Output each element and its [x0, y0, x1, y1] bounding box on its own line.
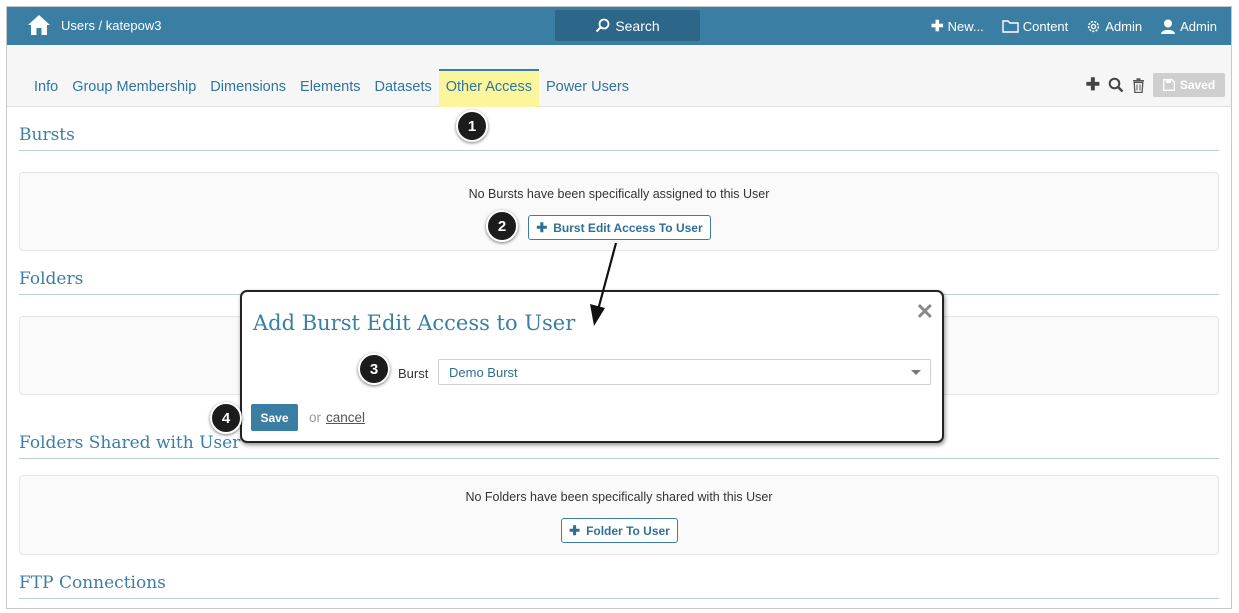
new-menu[interactable]: ✚ New...	[931, 17, 984, 35]
tab-datasets[interactable]: Datasets	[368, 69, 439, 107]
floppy-disk-icon	[1162, 79, 1175, 91]
search-label: Search	[615, 17, 660, 34]
ftp-heading: FTP Connections	[19, 573, 166, 593]
step-badge-4: 4	[210, 402, 242, 434]
step-badge-2: 2	[486, 210, 518, 242]
tab-bar: Info Group Membership Dimensions Element…	[7, 45, 1231, 107]
add-folder-to-user-button[interactable]: ✚ Folder To User	[561, 518, 678, 543]
add-icon[interactable]: ✚	[1086, 75, 1100, 95]
bursts-panel: No Bursts have been specifically assigne…	[19, 172, 1219, 251]
gear-icon	[1088, 20, 1100, 32]
folders-shared-empty-text: No Folders have been specifically shared…	[465, 490, 773, 504]
burst-select[interactable]: Demo Burst	[438, 359, 931, 385]
search-button[interactable]: Search	[555, 10, 700, 41]
tab-dimensions[interactable]: Dimensions	[203, 69, 293, 107]
tab-elements[interactable]: Elements	[293, 69, 367, 107]
add-burst-edit-access-dialog: Add Burst Edit Access to User ✕ Burst De…	[240, 290, 944, 443]
content-menu[interactable]: Content	[1002, 18, 1069, 34]
new-label: New...	[947, 18, 984, 34]
folders-shared-divider	[19, 458, 1219, 459]
saved-button[interactable]: Saved	[1153, 73, 1225, 97]
app-window: Users / katepow3 Search ✚ New... Content	[6, 6, 1232, 609]
breadcrumb[interactable]: Users / katepow3	[61, 18, 161, 33]
plus-icon: ✚	[536, 219, 548, 235]
toolbar: ✚ Saved	[1086, 73, 1225, 97]
folders-shared-panel: No Folders have been specifically shared…	[19, 475, 1219, 555]
close-icon[interactable]: ✕	[916, 301, 934, 323]
tab-group-membership[interactable]: Group Membership	[65, 69, 203, 107]
user-icon	[1161, 19, 1176, 34]
tab-info[interactable]: Info	[27, 69, 65, 107]
user-label: Admin	[1180, 18, 1217, 34]
top-bar: Users / katepow3 Search ✚ New... Content	[7, 7, 1231, 45]
user-menu[interactable]: Admin	[1160, 19, 1217, 34]
bursts-heading: Bursts	[19, 125, 75, 145]
bursts-divider	[19, 150, 1219, 151]
add-burst-edit-access-button[interactable]: ✚ Burst Edit Access To User	[528, 215, 711, 240]
add-burst-edit-access-label: Burst Edit Access To User	[553, 220, 703, 235]
or-text: or	[309, 410, 322, 425]
add-folder-to-user-label: Folder To User	[586, 523, 670, 538]
folders-shared-heading: Folders Shared with User	[19, 433, 241, 453]
save-button[interactable]: Save	[251, 404, 298, 431]
search-icon[interactable]	[1108, 77, 1124, 93]
burst-select-value: Demo Burst	[449, 365, 518, 380]
top-nav: ✚ New... Content Admin Admin	[931, 7, 1217, 45]
home-icon[interactable]	[27, 14, 51, 36]
plus-icon: ✚	[569, 522, 581, 538]
trash-icon[interactable]	[1132, 77, 1145, 93]
folder-icon	[1002, 19, 1019, 33]
chevron-down-icon	[911, 370, 921, 375]
tab-power-users[interactable]: Power Users	[539, 69, 636, 107]
admin-settings-label: Admin	[1105, 18, 1143, 34]
dialog-title: Add Burst Edit Access to User	[253, 311, 576, 335]
saved-label: Saved	[1179, 78, 1216, 92]
ftp-divider	[19, 598, 1219, 599]
search-icon	[596, 18, 610, 33]
plus-icon: ✚	[931, 18, 944, 35]
burst-label: Burst	[398, 366, 429, 381]
folders-heading: Folders	[19, 269, 84, 289]
step-badge-3: 3	[358, 353, 390, 385]
cancel-link[interactable]: cancel	[326, 410, 365, 425]
tabs: Info Group Membership Dimensions Element…	[27, 69, 636, 107]
tab-other-access[interactable]: Other Access	[438, 69, 539, 107]
content-label: Content	[1022, 18, 1069, 34]
bursts-empty-text: No Bursts have been specifically assigne…	[468, 187, 770, 201]
step-badge-1: 1	[456, 110, 488, 142]
admin-settings-menu[interactable]: Admin	[1086, 19, 1142, 34]
